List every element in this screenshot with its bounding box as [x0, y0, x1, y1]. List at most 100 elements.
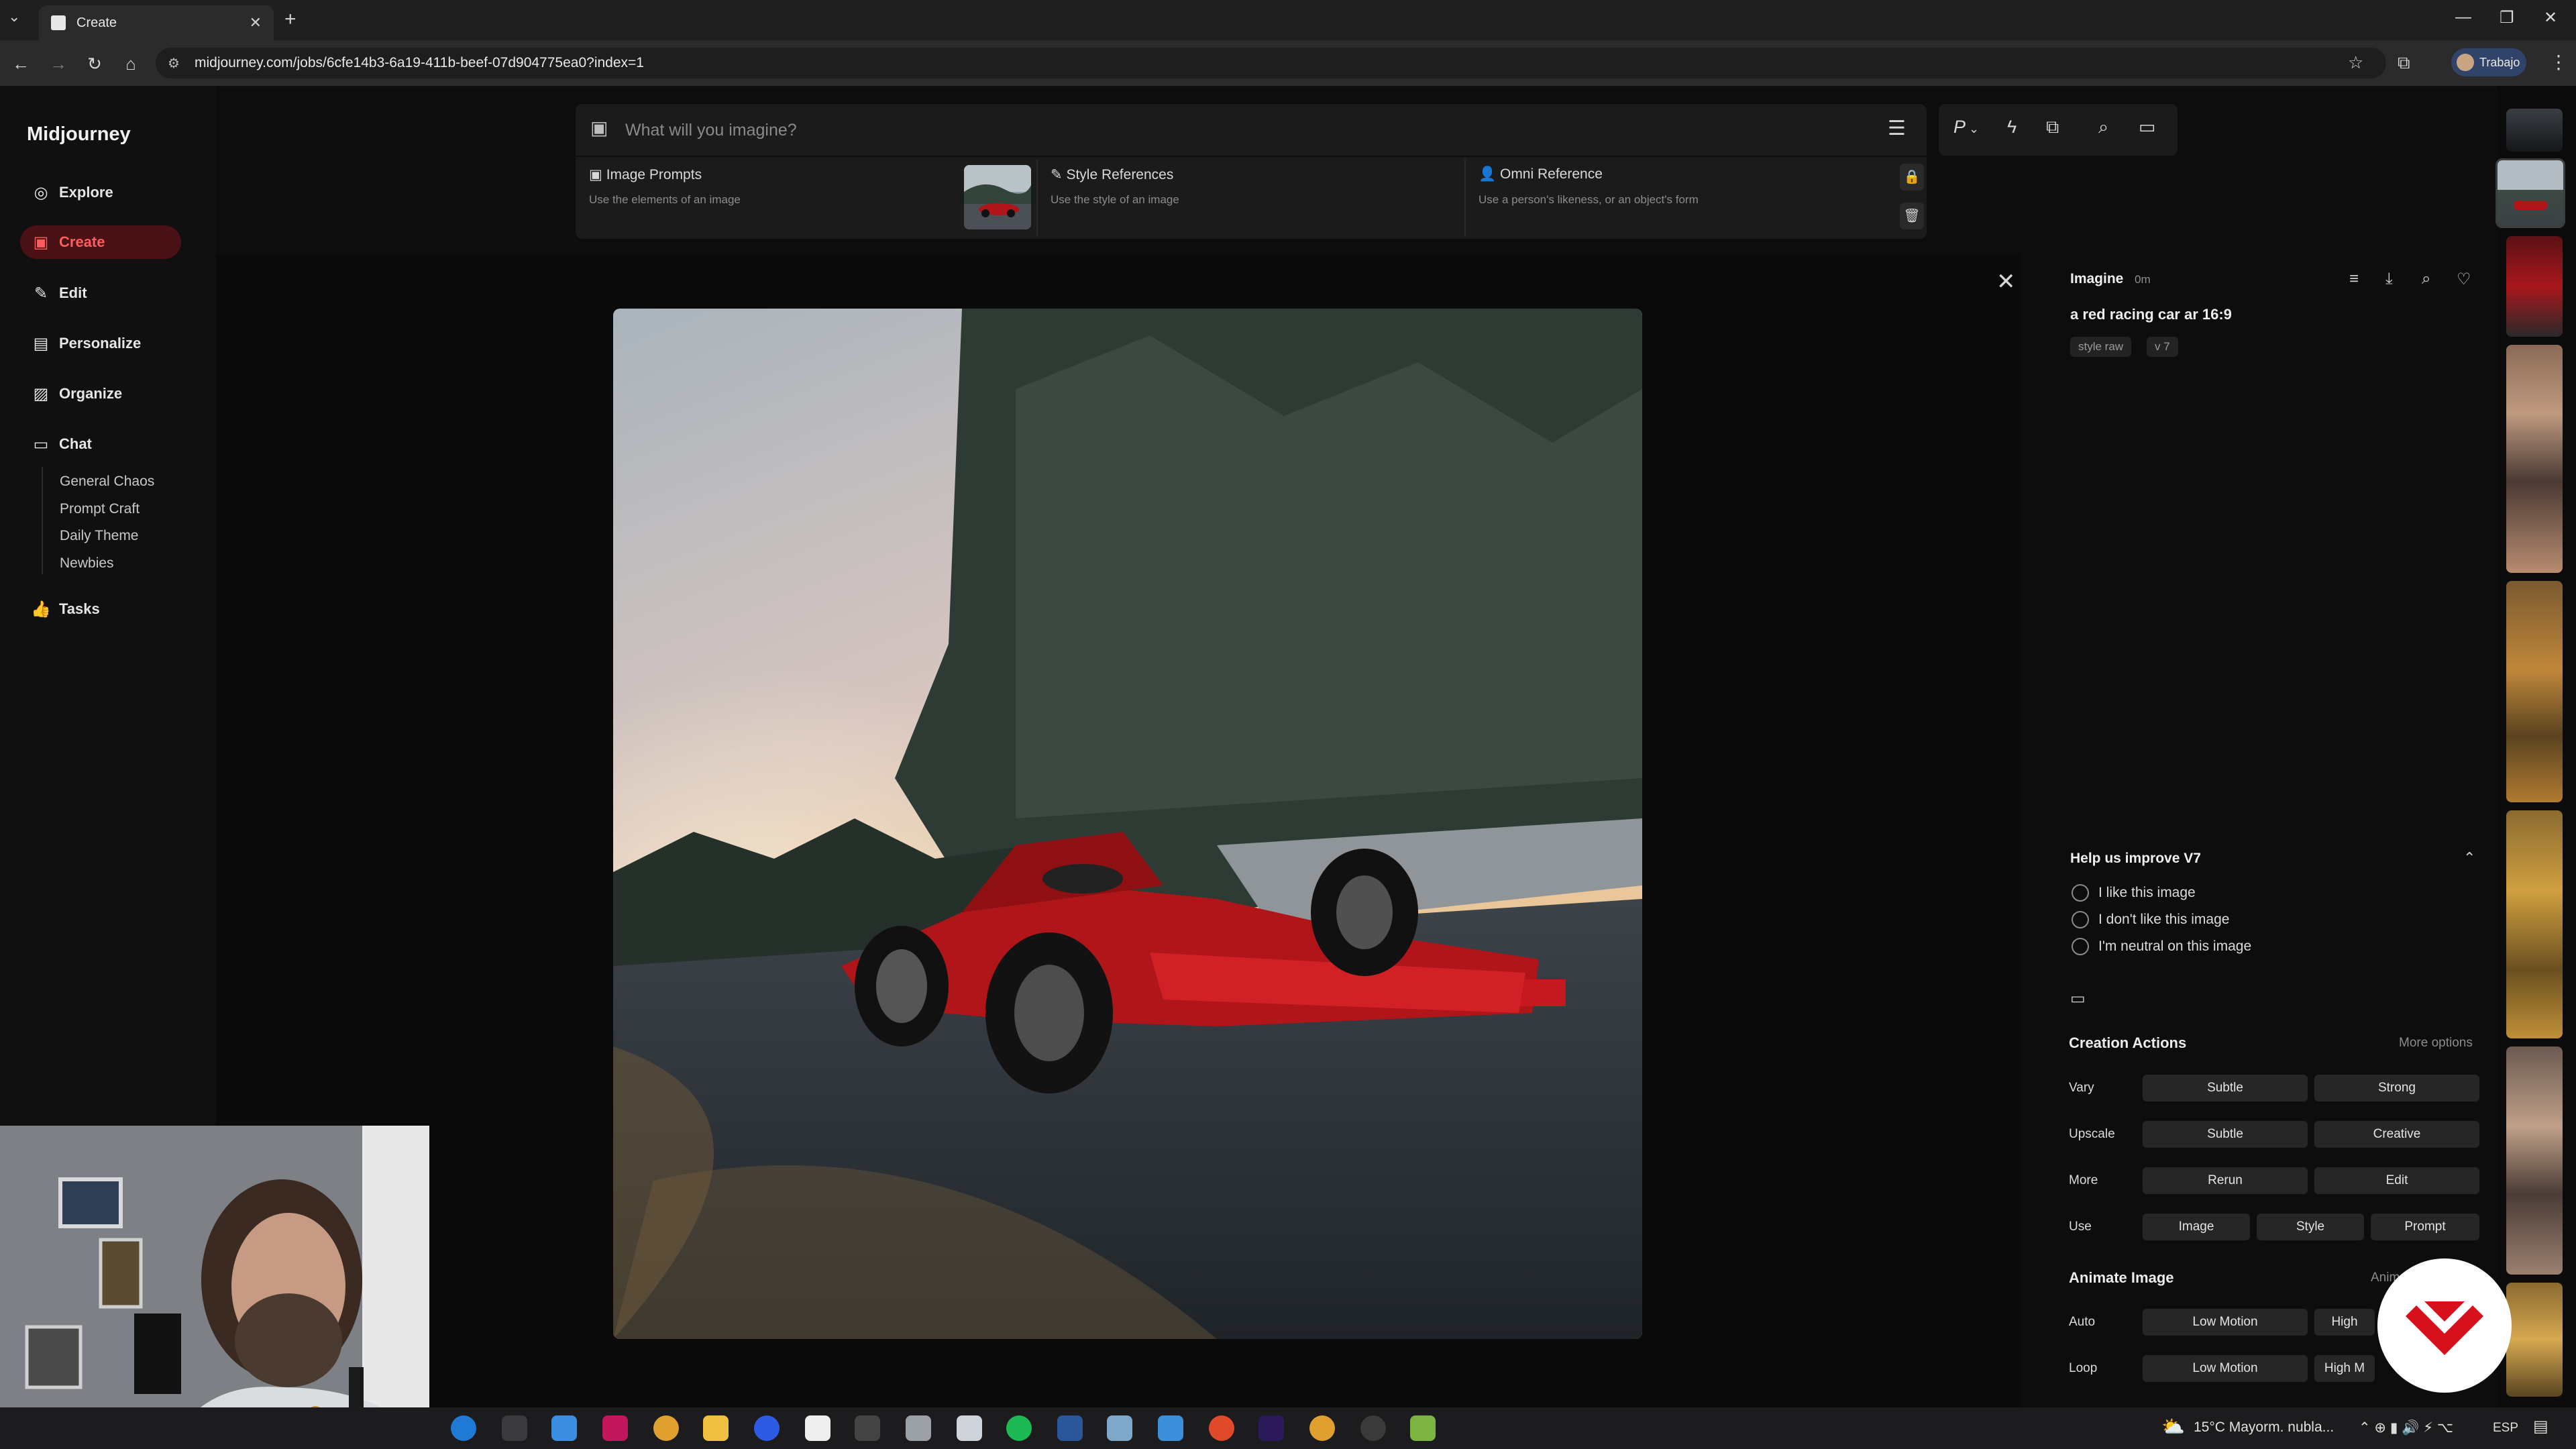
sidebar-item-organize[interactable]: ▨ Organize: [20, 377, 181, 411]
chat-icon[interactable]: ⧉: [2046, 117, 2059, 138]
restore-button[interactable]: ❐: [2500, 8, 2514, 28]
chrome-icon[interactable]: [653, 1415, 679, 1441]
lock-icon[interactable]: 🔒: [1900, 164, 1924, 191]
notion-icon[interactable]: [805, 1415, 830, 1441]
generated-image-red-racing-car[interactable]: [613, 309, 1642, 1339]
calendar-icon[interactable]: [855, 1415, 880, 1441]
trash-icon[interactable]: 🗑: [1900, 203, 1924, 229]
sidebar-item-create[interactable]: ▣ Create: [20, 225, 181, 259]
use-style-button[interactable]: Style: [2257, 1214, 2364, 1240]
midjourney-logo[interactable]: Midjourney: [27, 123, 131, 146]
app-icon[interactable]: [957, 1415, 982, 1441]
profile-button[interactable]: Trabajo: [2451, 48, 2526, 76]
option-neutral-label[interactable]: I'm neutral on this image: [2098, 938, 2251, 955]
url-text[interactable]: midjourney.com/jobs/6cfe14b3-6a19-411b-b…: [195, 55, 644, 71]
personalize-p-icon[interactable]: P ⌄: [1953, 117, 1979, 138]
style-references-section[interactable]: ✎ Style References Use the style of an i…: [1051, 157, 1453, 239]
vary-subtle-button[interactable]: Subtle: [2143, 1075, 2308, 1102]
browser-tab-create[interactable]: Create ✕: [39, 5, 274, 40]
app-icon[interactable]: [1107, 1415, 1132, 1441]
thumbnail[interactable]: [2506, 581, 2563, 802]
thumbnail[interactable]: [2506, 345, 2563, 573]
app-icon[interactable]: [1360, 1415, 1386, 1441]
auto-high-motion-button[interactable]: High: [2314, 1309, 2375, 1336]
folder-icon[interactable]: ▭: [2139, 117, 2156, 138]
param-chip[interactable]: v 7: [2147, 337, 2178, 357]
sidebar-item-explore[interactable]: ◎ Explore: [20, 176, 181, 209]
loop-low-motion-button[interactable]: Low Motion: [2143, 1355, 2308, 1382]
thumbnail-current[interactable]: [2496, 158, 2565, 228]
channel-general-chaos[interactable]: General Chaos: [60, 474, 154, 490]
file-explorer-icon[interactable]: [703, 1415, 729, 1441]
notification-icon[interactable]: ▤: [2533, 1417, 2548, 1436]
home-icon[interactable]: ⌂: [119, 52, 142, 75]
premiere-icon[interactable]: [1258, 1415, 1284, 1441]
thumbnail[interactable]: [2506, 236, 2563, 337]
search-icon[interactable]: ⌕: [2422, 270, 2430, 288]
chrome-icon[interactable]: [502, 1415, 527, 1441]
more-options-link[interactable]: More options: [2399, 1036, 2473, 1051]
language-indicator[interactable]: ESP: [2493, 1421, 2518, 1436]
option-like-label[interactable]: I like this image: [2098, 885, 2196, 901]
app-icon[interactable]: [1410, 1415, 1436, 1441]
window-close-button[interactable]: ✕: [2544, 8, 2557, 28]
use-prompt-button[interactable]: Prompt: [2371, 1214, 2479, 1240]
channel-prompt-craft[interactable]: Prompt Craft: [60, 501, 140, 517]
browser-menu-icon[interactable]: ⋮: [2549, 51, 2568, 73]
chrome-icon[interactable]: [1309, 1415, 1335, 1441]
weather-text[interactable]: 15°C Mayorm. nubla...: [2194, 1419, 2334, 1436]
sidebar-item-edit[interactable]: ✎ Edit: [20, 276, 181, 310]
use-image-button[interactable]: Image: [2143, 1214, 2250, 1240]
thumbnail[interactable]: [2506, 1283, 2563, 1397]
search-icon[interactable]: ⌕: [2098, 117, 2108, 138]
new-tab-button[interactable]: +: [284, 8, 297, 31]
sidebar-item-chat[interactable]: ▭ Chat: [20, 427, 181, 461]
thumbnail[interactable]: [2506, 1046, 2563, 1275]
forward-icon[interactable]: →: [47, 52, 70, 75]
chevron-up-icon[interactable]: ⌃: [2463, 849, 2475, 867]
calendar-icon[interactable]: [551, 1415, 577, 1441]
image-prompt-thumbnail[interactable]: [964, 165, 1031, 229]
edit-button[interactable]: Edit: [2314, 1167, 2479, 1194]
download-icon[interactable]: ⤓: [2385, 270, 2393, 288]
bookmark-star-icon[interactable]: ☆: [2348, 52, 2363, 73]
app-icon[interactable]: [1158, 1415, 1183, 1441]
app-icon[interactable]: [602, 1415, 628, 1441]
image-prompts-section[interactable]: ▣ Image Prompts Use the elements of an i…: [589, 157, 951, 239]
lightning-icon[interactable]: ϟ: [2007, 117, 2017, 138]
app-icon[interactable]: [1209, 1415, 1234, 1441]
omni-reference-section[interactable]: 👤 Omni Reference Use a person's likeness…: [1479, 157, 1881, 239]
heart-icon[interactable]: ♡: [2457, 270, 2471, 289]
sidebar-item-tasks[interactable]: 👍 Tasks: [20, 592, 181, 626]
param-chip[interactable]: style raw: [2070, 337, 2132, 357]
radio-neutral[interactable]: [2072, 938, 2089, 955]
prompt-text[interactable]: a red racing car ar 16:9: [2070, 306, 2232, 323]
site-info-icon[interactable]: ⚙: [168, 55, 180, 72]
auto-low-motion-button[interactable]: Low Motion: [2143, 1309, 2308, 1336]
prompt-input[interactable]: [624, 111, 1874, 150]
weather-icon[interactable]: ⛅: [2161, 1415, 2185, 1438]
reload-icon[interactable]: ↻: [83, 52, 106, 75]
tab-search-icon[interactable]: ⌄: [8, 8, 20, 25]
back-icon[interactable]: ←: [9, 52, 32, 75]
channel-daily-theme[interactable]: Daily Theme: [60, 528, 139, 544]
sidebar-item-personalize[interactable]: ▤ Personalize: [20, 327, 181, 360]
loop-high-motion-button[interactable]: High M: [2314, 1355, 2375, 1382]
image-upload-icon[interactable]: ▣: [590, 117, 608, 139]
radio-like[interactable]: [2072, 884, 2089, 902]
edge-icon[interactable]: [451, 1415, 476, 1441]
rerun-button[interactable]: Rerun: [2143, 1167, 2308, 1194]
option-dislike-label[interactable]: I don't like this image: [2098, 912, 2229, 928]
word-icon[interactable]: [1057, 1415, 1083, 1441]
app-icon[interactable]: [906, 1415, 931, 1441]
zoom-icon[interactable]: [754, 1415, 780, 1441]
thumbnail[interactable]: [2506, 810, 2563, 1038]
list-icon[interactable]: ≡: [2349, 270, 2359, 288]
minimize-button[interactable]: —: [2455, 8, 2471, 27]
close-detail-button[interactable]: ✕: [1996, 268, 2016, 295]
extensions-icon[interactable]: ⧉: [2398, 52, 2410, 74]
tray-icons[interactable]: ⌃ ⊕ ▮ 🔊 ⚡ ⌥: [2359, 1419, 2453, 1436]
vary-strong-button[interactable]: Strong: [2314, 1075, 2479, 1102]
spotify-icon[interactable]: [1006, 1415, 1032, 1441]
folder-icon[interactable]: ▭: [2070, 989, 2086, 1008]
